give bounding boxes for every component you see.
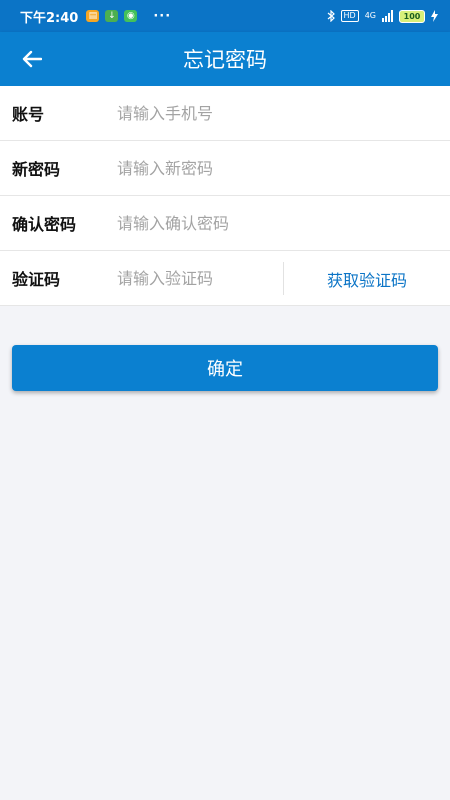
app-header: 忘记密码 xyxy=(0,32,450,86)
account-row: 账号 xyxy=(0,86,450,141)
account-label: 账号 xyxy=(12,105,45,124)
new-password-label: 新密码 xyxy=(12,160,61,179)
new-password-input[interactable] xyxy=(117,158,417,178)
download-icon: ↓ xyxy=(105,10,119,22)
status-time: 下午2:40 xyxy=(20,10,79,26)
new-password-row: 新密码 xyxy=(0,141,450,196)
arrow-left-icon xyxy=(22,50,42,68)
signal-icon xyxy=(382,10,393,22)
network-type: 4G xyxy=(364,11,376,20)
hd-badge: HD xyxy=(340,10,359,22)
confirm-password-label: 确认密码 xyxy=(12,215,77,234)
charging-icon xyxy=(431,10,438,22)
bluetooth-icon xyxy=(327,10,335,22)
confirm-password-row: 确认密码 xyxy=(0,196,450,251)
reset-password-form: 账号 新密码 确认密码 验证码 获取验证码 xyxy=(0,86,450,306)
verification-row: 验证码 获取验证码 xyxy=(0,251,450,306)
get-code-button[interactable]: 获取验证码 xyxy=(284,251,450,306)
message-app-icon: ▤ xyxy=(86,10,100,22)
back-button[interactable] xyxy=(14,43,50,75)
more-notifications-icon: ··· xyxy=(153,8,172,24)
chat-app-icon: ◉ xyxy=(124,10,138,22)
confirm-button[interactable]: 确定 xyxy=(12,345,438,391)
status-indicators: HD 4G 100 xyxy=(327,9,438,23)
page-title: 忘记密码 xyxy=(183,48,267,72)
phone-input[interactable] xyxy=(117,103,417,123)
battery-icon: 100 xyxy=(399,9,425,23)
status-bar: 下午2:40 ▤ ↓ ◉ ··· HD 4G 100 xyxy=(0,0,450,32)
verification-label: 验证码 xyxy=(12,270,61,289)
verification-code-input[interactable] xyxy=(117,268,267,288)
confirm-password-input[interactable] xyxy=(117,213,417,233)
